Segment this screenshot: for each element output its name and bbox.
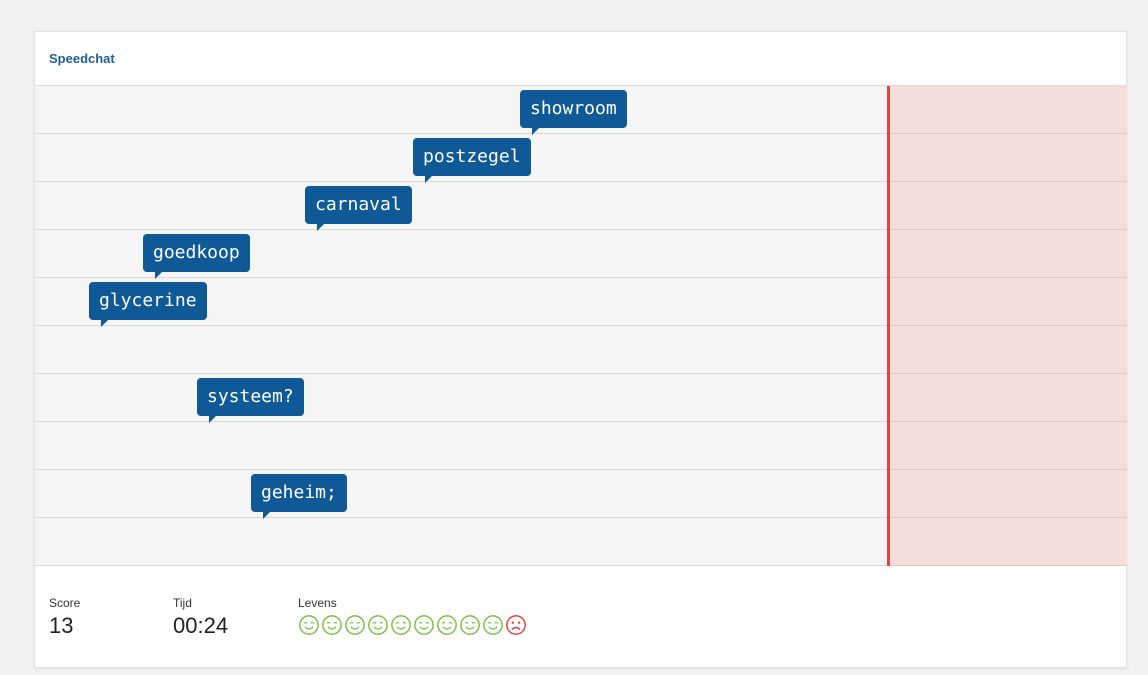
score-label: Score xyxy=(49,596,81,610)
time-stat: Tijd 00:24 xyxy=(173,596,228,639)
danger-zone xyxy=(888,86,1127,566)
smiley-icon xyxy=(345,615,365,635)
speedchat-card: Speedchat showroom postzegel carnaval go… xyxy=(34,31,1127,668)
time-value: 00:24 xyxy=(173,613,229,638)
frown-icon xyxy=(506,615,526,635)
lives-row xyxy=(298,614,527,636)
page-title: Speedchat xyxy=(49,51,115,66)
card-header: Speedchat xyxy=(35,32,1126,86)
word-bubble: glycerine xyxy=(89,282,207,327)
smiley-icon xyxy=(322,615,342,635)
word-bubble: postzegel xyxy=(413,138,531,183)
smiley-icon xyxy=(414,615,434,635)
score-value: 13 xyxy=(49,613,74,638)
deadline-line xyxy=(887,86,890,566)
word-bubble: showroom xyxy=(520,90,627,135)
smiley-icon xyxy=(460,615,480,635)
game-field: showroom postzegel carnaval goedkoop gly… xyxy=(35,86,1127,566)
smiley-icon xyxy=(483,615,503,635)
lives-stat: Levens xyxy=(298,596,527,636)
smiley-icon xyxy=(299,615,319,635)
word-bubble: carnaval xyxy=(305,186,412,231)
lives-label: Levens xyxy=(298,596,337,610)
stats-footer: Score 13 Tijd 00:24 Levens xyxy=(35,566,1126,668)
score-stat: Score 13 xyxy=(49,596,80,639)
word-bubble: goedkoop xyxy=(143,234,250,279)
word-bubble: systeem? xyxy=(197,378,304,423)
time-label: Tijd xyxy=(173,596,192,610)
smiley-icon xyxy=(437,615,457,635)
smiley-icon xyxy=(391,615,411,635)
smiley-icon xyxy=(368,615,388,635)
word-bubble: geheim; xyxy=(251,474,347,519)
